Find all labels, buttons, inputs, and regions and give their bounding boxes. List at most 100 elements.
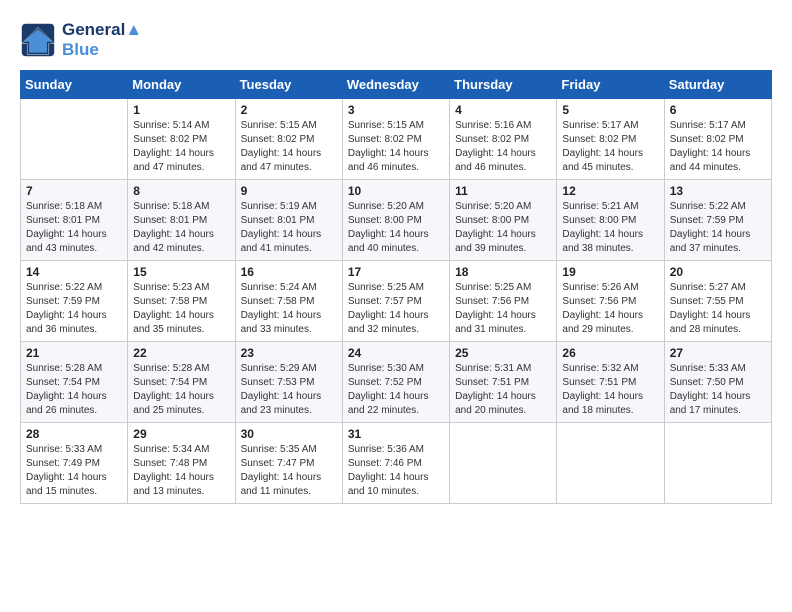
- day-number: 7: [26, 184, 122, 198]
- weekday-header-row: SundayMondayTuesdayWednesdayThursdayFrid…: [21, 71, 772, 99]
- day-info: Sunrise: 5:28 AMSunset: 7:54 PMDaylight:…: [133, 362, 229, 418]
- calendar-cell: 1 Sunrise: 5:14 AMSunset: 8:02 PMDaylight…: [128, 99, 235, 180]
- day-info: Sunrise: 5:36 AMSunset: 7:46 PMDaylight:…: [348, 443, 444, 499]
- calendar-week-4: 21Sunrise: 5:28 AMSunset: 7:54 PMDayligh…: [21, 342, 772, 423]
- calendar-cell: 12 Sunrise: 5:21 AMSunset: 8:00 PMDayligh…: [557, 180, 664, 261]
- calendar-cell: 31 Sunrise: 5:36 AMSunset: 7:46 PMDayligh…: [342, 423, 449, 504]
- calendar-week-1: 1 Sunrise: 5:14 AMSunset: 8:02 PMDaylight…: [21, 99, 772, 180]
- day-info: Sunrise: 5:18 AMSunset: 8:01 PMDaylight:…: [133, 200, 229, 256]
- calendar-cell: 26 Sunrise: 5:32 AMSunset: 7:51 PMDayligh…: [557, 342, 664, 423]
- day-info: Sunrise: 5:17 AMSunset: 8:02 PMDaylight:…: [562, 119, 658, 175]
- day-info: Sunrise: 5:23 AMSunset: 7:58 PMDaylight:…: [133, 281, 229, 337]
- day-info: Sunrise: 5:21 AMSunset: 8:00 PMDaylight:…: [562, 200, 658, 256]
- day-info: Sunrise: 5:33 AMSunset: 7:49 PMDaylight:…: [26, 443, 122, 499]
- day-info: Sunrise: 5:15 AMSunset: 8:02 PMDaylight:…: [348, 119, 444, 175]
- day-info: Sunrise: 5:20 AMSunset: 8:00 PMDaylight:…: [455, 200, 551, 256]
- calendar-cell: 9 Sunrise: 5:19 AMSunset: 8:01 PMDaylight…: [235, 180, 342, 261]
- day-info: Sunrise: 5:33 AMSunset: 7:50 PMDaylight:…: [670, 362, 766, 418]
- calendar-week-3: 14 Sunrise: 5:22 AMSunset: 7:59 PMDayligh…: [21, 261, 772, 342]
- day-number: 13: [670, 184, 766, 198]
- day-number: 22: [133, 346, 229, 360]
- calendar-cell: 8 Sunrise: 5:18 AMSunset: 8:01 PMDaylight…: [128, 180, 235, 261]
- day-info: Sunrise: 5:28 AMSunset: 7:54 PMDaylight:…: [26, 362, 122, 418]
- day-info: Sunrise: 5:27 AMSunset: 7:55 PMDaylight:…: [670, 281, 766, 337]
- day-info: Sunrise: 5:14 AMSunset: 8:02 PMDaylight:…: [133, 119, 229, 175]
- calendar-cell: 16Sunrise: 5:24 AMSunset: 7:58 PMDayligh…: [235, 261, 342, 342]
- calendar-cell: 4 Sunrise: 5:16 AMSunset: 8:02 PMDaylight…: [450, 99, 557, 180]
- calendar-cell: 25 Sunrise: 5:31 AMSunset: 7:51 PMDayligh…: [450, 342, 557, 423]
- day-number: 5: [562, 103, 658, 117]
- weekday-thursday: Thursday: [450, 71, 557, 99]
- day-info: Sunrise: 5:29 AMSunset: 7:53 PMDaylight:…: [241, 362, 337, 418]
- weekday-tuesday: Tuesday: [235, 71, 342, 99]
- weekday-saturday: Saturday: [664, 71, 771, 99]
- day-info: Sunrise: 5:26 AMSunset: 7:56 PMDaylight:…: [562, 281, 658, 337]
- calendar-cell: 22 Sunrise: 5:28 AMSunset: 7:54 PMDayligh…: [128, 342, 235, 423]
- day-info: Sunrise: 5:18 AMSunset: 8:01 PMDaylight:…: [26, 200, 122, 256]
- day-number: 28: [26, 427, 122, 441]
- day-number: 3: [348, 103, 444, 117]
- day-number: 8: [133, 184, 229, 198]
- day-number: 9: [241, 184, 337, 198]
- logo-icon: [20, 22, 56, 58]
- calendar-cell: 24 Sunrise: 5:30 AMSunset: 7:52 PMDayligh…: [342, 342, 449, 423]
- day-info: Sunrise: 5:20 AMSunset: 8:00 PMDaylight:…: [348, 200, 444, 256]
- calendar-week-2: 7 Sunrise: 5:18 AMSunset: 8:01 PMDaylight…: [21, 180, 772, 261]
- calendar-cell: 20Sunrise: 5:27 AMSunset: 7:55 PMDayligh…: [664, 261, 771, 342]
- weekday-sunday: Sunday: [21, 71, 128, 99]
- day-info: Sunrise: 5:15 AMSunset: 8:02 PMDaylight:…: [241, 119, 337, 175]
- day-info: Sunrise: 5:22 AMSunset: 7:59 PMDaylight:…: [26, 281, 122, 337]
- calendar-cell: 7 Sunrise: 5:18 AMSunset: 8:01 PMDaylight…: [21, 180, 128, 261]
- calendar-cell: 27 Sunrise: 5:33 AMSunset: 7:50 PMDayligh…: [664, 342, 771, 423]
- day-info: Sunrise: 5:16 AMSunset: 8:02 PMDaylight:…: [455, 119, 551, 175]
- calendar-cell: [450, 423, 557, 504]
- day-info: Sunrise: 5:25 AMSunset: 7:56 PMDaylight:…: [455, 281, 551, 337]
- day-number: 29: [133, 427, 229, 441]
- day-number: 30: [241, 427, 337, 441]
- day-number: 14: [26, 265, 122, 279]
- calendar-cell: 14 Sunrise: 5:22 AMSunset: 7:59 PMDayligh…: [21, 261, 128, 342]
- day-number: 11: [455, 184, 551, 198]
- day-info: Sunrise: 5:22 AMSunset: 7:59 PMDaylight:…: [670, 200, 766, 256]
- day-number: 6: [670, 103, 766, 117]
- day-info: Sunrise: 5:31 AMSunset: 7:51 PMDaylight:…: [455, 362, 551, 418]
- day-number: 31: [348, 427, 444, 441]
- day-number: 24: [348, 346, 444, 360]
- day-info: Sunrise: 5:25 AMSunset: 7:57 PMDaylight:…: [348, 281, 444, 337]
- calendar-cell: 5 Sunrise: 5:17 AMSunset: 8:02 PMDaylight…: [557, 99, 664, 180]
- day-number: 12: [562, 184, 658, 198]
- weekday-friday: Friday: [557, 71, 664, 99]
- calendar-cell: 2Sunrise: 5:15 AMSunset: 8:02 PMDaylight…: [235, 99, 342, 180]
- day-number: 18: [455, 265, 551, 279]
- calendar-week-5: 28 Sunrise: 5:33 AMSunset: 7:49 PMDayligh…: [21, 423, 772, 504]
- day-number: 4: [455, 103, 551, 117]
- day-number: 10: [348, 184, 444, 198]
- calendar-cell: 23Sunrise: 5:29 AMSunset: 7:53 PMDayligh…: [235, 342, 342, 423]
- page-header: General▲ Blue: [20, 20, 772, 60]
- day-number: 16: [241, 265, 337, 279]
- day-number: 19: [562, 265, 658, 279]
- calendar-cell: 17Sunrise: 5:25 AMSunset: 7:57 PMDayligh…: [342, 261, 449, 342]
- day-info: Sunrise: 5:17 AMSunset: 8:02 PMDaylight:…: [670, 119, 766, 175]
- day-number: 27: [670, 346, 766, 360]
- calendar-cell: 29Sunrise: 5:34 AMSunset: 7:48 PMDayligh…: [128, 423, 235, 504]
- calendar-cell: [21, 99, 128, 180]
- calendar-cell: 19 Sunrise: 5:26 AMSunset: 7:56 PMDayligh…: [557, 261, 664, 342]
- logo-text: General▲ Blue: [62, 20, 142, 60]
- day-info: Sunrise: 5:32 AMSunset: 7:51 PMDaylight:…: [562, 362, 658, 418]
- calendar-table: SundayMondayTuesdayWednesdayThursdayFrid…: [20, 70, 772, 504]
- day-number: 26: [562, 346, 658, 360]
- day-info: Sunrise: 5:19 AMSunset: 8:01 PMDaylight:…: [241, 200, 337, 256]
- calendar-cell: 13 Sunrise: 5:22 AMSunset: 7:59 PMDayligh…: [664, 180, 771, 261]
- logo: General▲ Blue: [20, 20, 142, 60]
- calendar-cell: 28 Sunrise: 5:33 AMSunset: 7:49 PMDayligh…: [21, 423, 128, 504]
- calendar-cell: 30Sunrise: 5:35 AMSunset: 7:47 PMDayligh…: [235, 423, 342, 504]
- calendar-cell: [557, 423, 664, 504]
- day-number: 1: [133, 103, 229, 117]
- calendar-cell: 11 Sunrise: 5:20 AMSunset: 8:00 PMDayligh…: [450, 180, 557, 261]
- weekday-monday: Monday: [128, 71, 235, 99]
- calendar-cell: 18 Sunrise: 5:25 AMSunset: 7:56 PMDayligh…: [450, 261, 557, 342]
- day-number: 25: [455, 346, 551, 360]
- day-number: 15: [133, 265, 229, 279]
- day-info: Sunrise: 5:30 AMSunset: 7:52 PMDaylight:…: [348, 362, 444, 418]
